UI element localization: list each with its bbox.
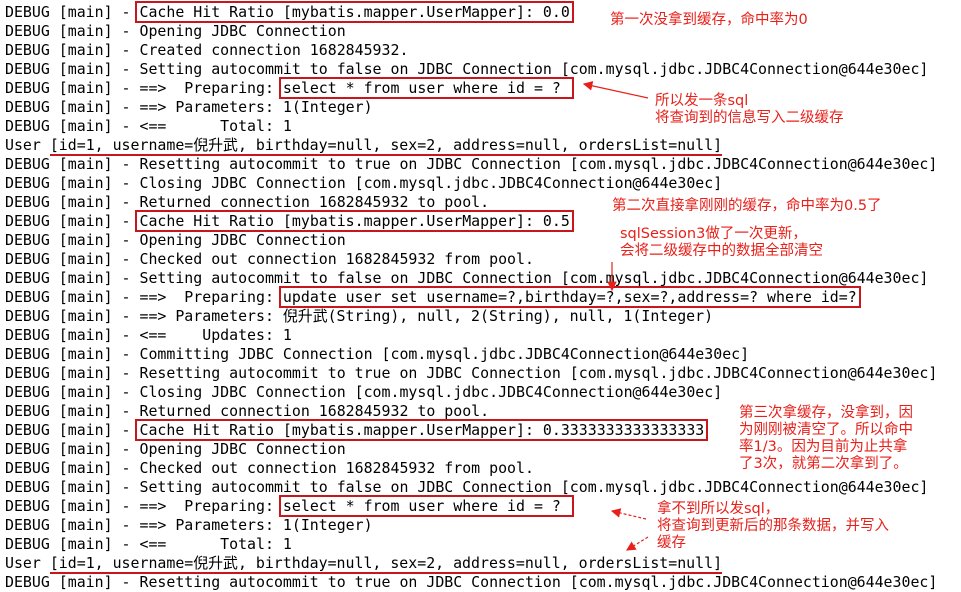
annotation-arrows bbox=[582, 81, 649, 551]
arrow-icon bbox=[582, 81, 649, 99]
arrow-icon bbox=[610, 508, 647, 520]
arrow-icon bbox=[625, 536, 649, 551]
